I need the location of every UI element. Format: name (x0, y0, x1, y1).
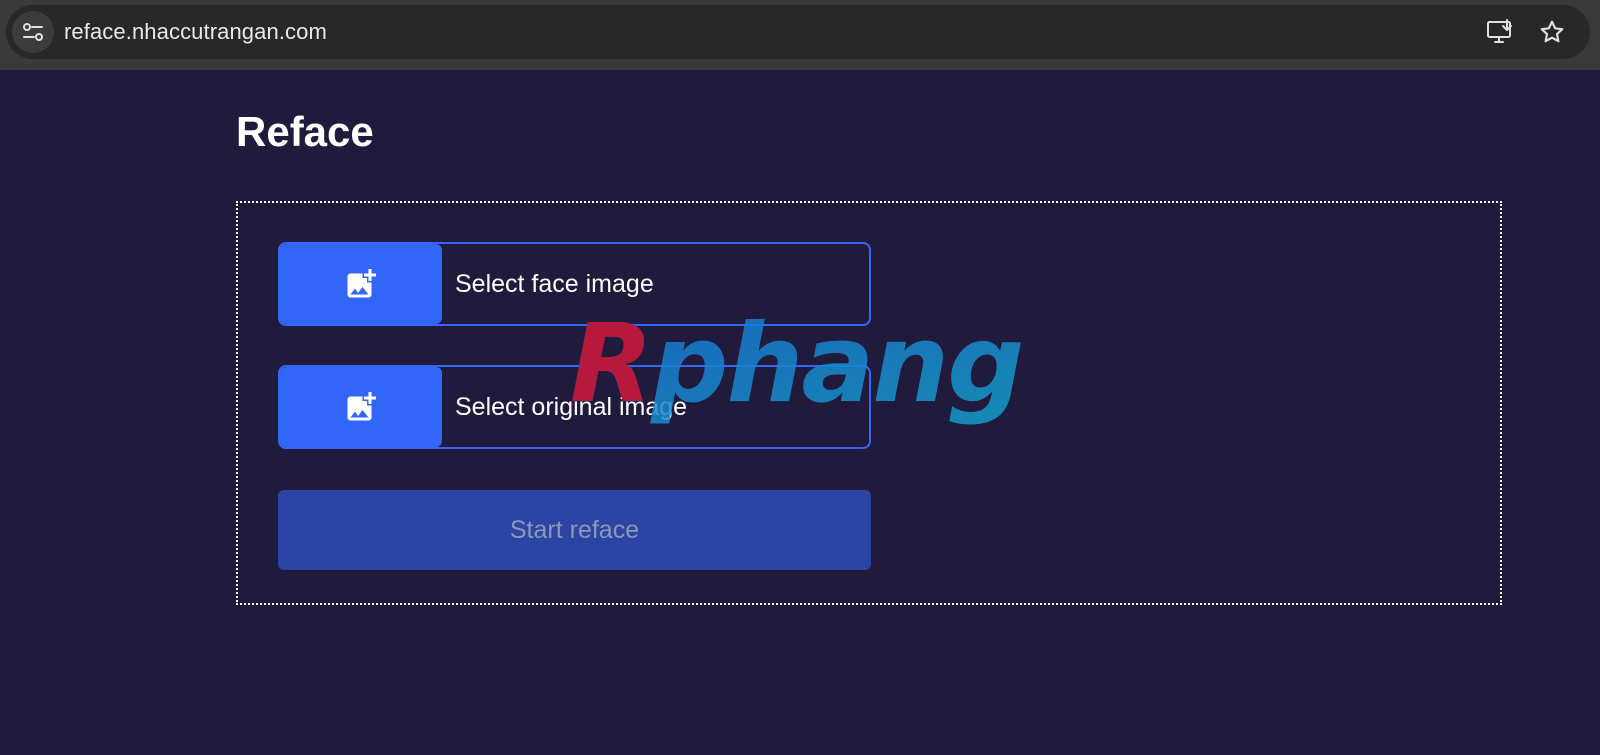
tune-icon (23, 23, 43, 41)
browser-toolbar: reface.nhaccutrangan.com (0, 0, 1600, 70)
select-original-image-button[interactable]: Select original image (278, 365, 871, 449)
url-text[interactable]: reface.nhaccutrangan.com (64, 5, 327, 59)
add-photo-icon (347, 392, 376, 421)
select-face-icon-box (280, 244, 442, 324)
bookmark-button[interactable] (1536, 16, 1568, 48)
address-bar[interactable]: reface.nhaccutrangan.com (6, 5, 1590, 59)
start-reface-button[interactable]: Start reface (278, 490, 871, 570)
page-content: Reface Select face image Select original… (0, 70, 1600, 755)
site-info-button[interactable] (12, 11, 54, 53)
install-app-button[interactable] (1484, 16, 1516, 48)
select-face-image-button[interactable]: Select face image (278, 242, 871, 326)
add-photo-icon (347, 269, 376, 298)
upload-area: Select face image Select original image … (236, 201, 1502, 605)
select-face-label: Select face image (455, 269, 654, 298)
select-original-icon-box (280, 367, 442, 447)
install-app-icon (1487, 19, 1512, 43)
select-original-label: Select original image (455, 392, 688, 421)
star-icon (1540, 20, 1564, 43)
page-title: Reface (236, 108, 374, 155)
